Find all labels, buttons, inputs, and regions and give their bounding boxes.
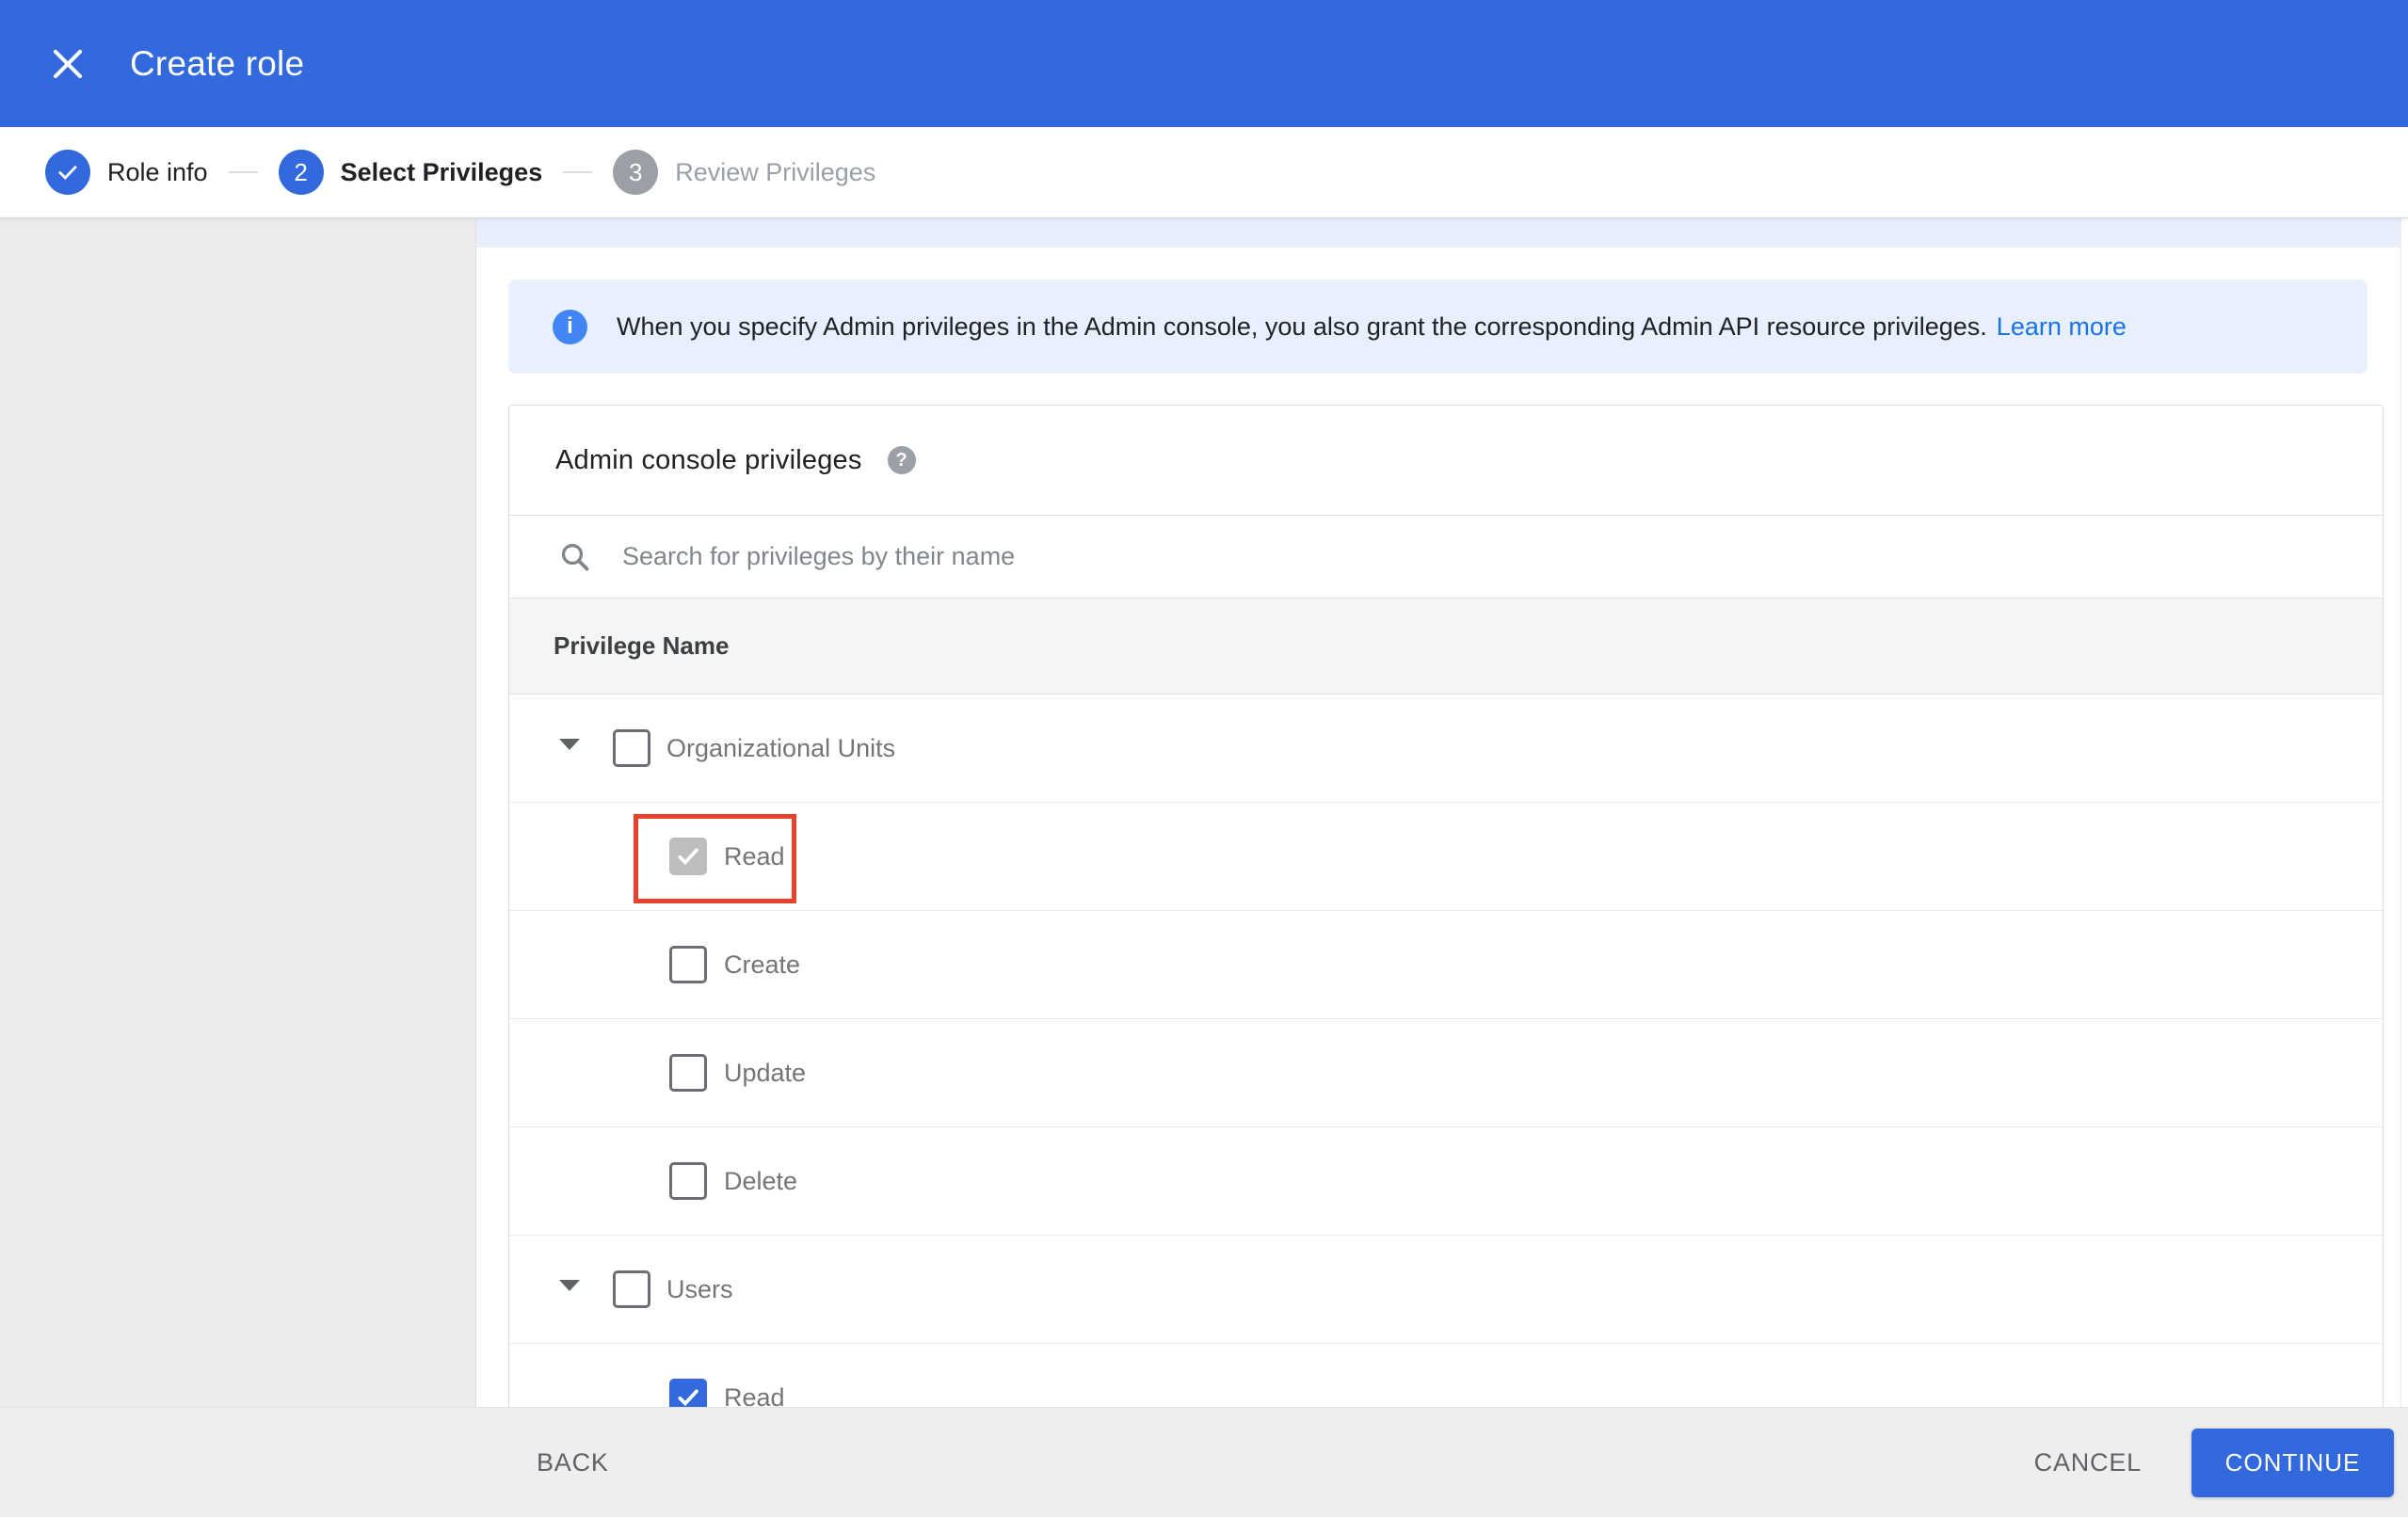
step-label: Review Privileges <box>675 157 876 186</box>
step-label: Select Privileges <box>340 157 543 186</box>
privilege-label: Users <box>666 1274 733 1303</box>
privilege-row-delete: Delete <box>509 1127 2383 1236</box>
step-number: 3 <box>613 150 659 195</box>
privilege-row-organizational-units: Organizational Units <box>509 695 2383 803</box>
privilege-label: Read <box>724 1382 785 1408</box>
page-title: Create role <box>130 43 305 83</box>
unchecked-checkbox-organizational-units[interactable] <box>613 729 650 767</box>
stepper: Role info 2 Select Privileges 3 Review P… <box>0 127 2408 218</box>
back-button[interactable]: BACK <box>537 1408 609 1517</box>
step-connector <box>563 171 593 173</box>
unchecked-checkbox-delete[interactable] <box>669 1162 707 1200</box>
check-icon <box>678 848 698 866</box>
create-role-dialog: Create role Role info 2 Select Privilege… <box>0 0 2408 1517</box>
privilege-table-header: Privilege Name <box>509 599 2383 695</box>
privilege-label: Organizational Units <box>666 733 896 762</box>
search-icon <box>561 543 589 570</box>
privilege-row-read: Read <box>509 803 2383 911</box>
checked-checkbox-read[interactable] <box>669 838 707 875</box>
expand-caret-icon[interactable] <box>559 1280 580 1291</box>
scrollbar-track <box>2400 218 2408 1407</box>
cancel-button[interactable]: CANCEL <box>2034 1408 2142 1517</box>
privilege-row-read: Read <box>509 1344 2383 1407</box>
unchecked-checkbox-update[interactable] <box>669 1054 707 1092</box>
step-number: 2 <box>278 150 324 195</box>
close-x-glyph <box>53 49 83 78</box>
help-icon[interactable]: ? <box>887 446 916 474</box>
step-review-privileges: 3 Review Privileges <box>613 150 875 195</box>
card-title-row: Admin console privileges ? <box>509 406 2383 516</box>
step-complete-check-icon <box>45 150 90 195</box>
step-select-privileges[interactable]: 2 Select Privileges <box>278 150 543 195</box>
check-icon <box>678 1389 698 1407</box>
close-icon[interactable] <box>47 43 88 85</box>
privilege-label: Delete <box>724 1166 798 1195</box>
unchecked-checkbox-create[interactable] <box>669 946 707 983</box>
unchecked-checkbox-users[interactable] <box>613 1270 650 1308</box>
privilege-row-users: Users <box>509 1236 2383 1344</box>
dialog-footer: BACK CANCEL CONTINUE <box>0 1407 2408 1517</box>
privilege-label: Update <box>724 1058 807 1087</box>
learn-more-link[interactable]: Learn more <box>1997 312 2127 342</box>
info-banner-text: When you specify Admin privileges in the… <box>617 311 1987 341</box>
dialog-header: Create role <box>0 0 2408 127</box>
privilege-search-input[interactable] <box>620 541 2130 572</box>
step-role-info[interactable]: Role info <box>45 150 208 195</box>
checked-checkbox-read[interactable] <box>669 1379 707 1407</box>
admin-privileges-card: Admin console privileges ? Privilege Nam… <box>508 405 2384 1407</box>
step-connector <box>228 171 258 173</box>
privilege-row-update: Update <box>509 1019 2383 1127</box>
info-banner: i When you specify Admin privileges in t… <box>508 279 2368 374</box>
continue-button[interactable]: CONTINUE <box>2191 1429 2394 1497</box>
privilege-label: Create <box>724 950 801 979</box>
left-panel <box>0 218 476 1407</box>
info-icon: i <box>553 309 587 344</box>
column-header-privilege-name: Privilege Name <box>554 631 730 660</box>
scrolled-content-strip <box>476 218 2400 248</box>
card-title: Admin console privileges <box>555 444 862 475</box>
expand-caret-icon[interactable] <box>559 739 580 750</box>
main-content: i When you specify Admin privileges in t… <box>476 218 2408 1407</box>
step-label: Role info <box>107 157 208 186</box>
privilege-rows: Organizational Units Read Create Update Dele… <box>509 695 2383 1407</box>
privilege-row-create: Create <box>509 911 2383 1019</box>
privilege-search-row <box>509 516 2383 599</box>
privilege-label: Read <box>724 841 785 870</box>
